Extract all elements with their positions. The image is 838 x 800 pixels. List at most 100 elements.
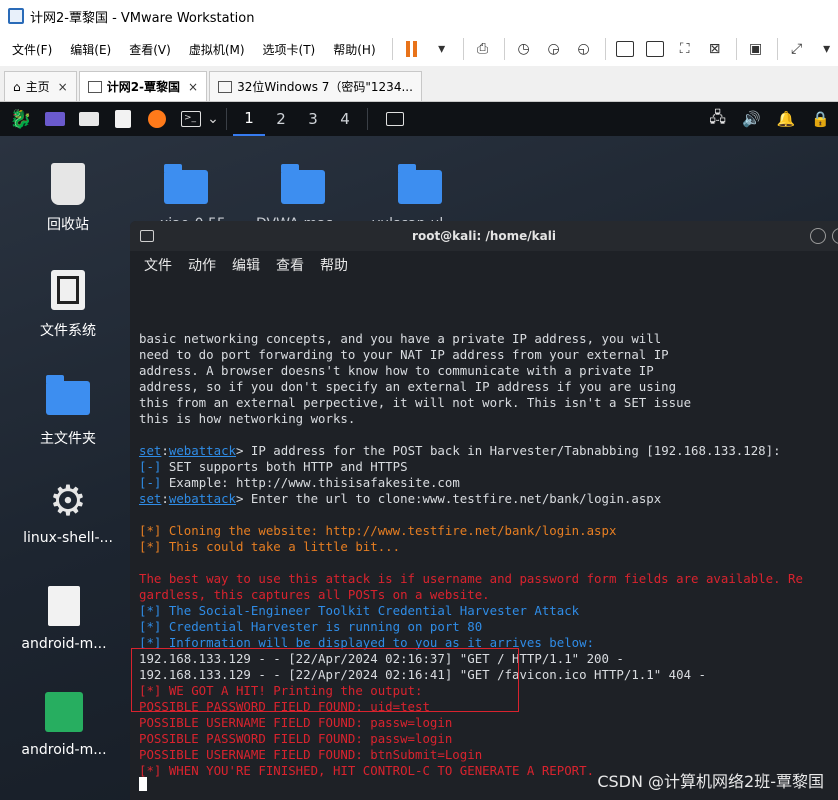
terminal-text-segment: [*] This could take a little bit... [139, 539, 401, 554]
kali-menu-icon[interactable]: 🐉 [8, 108, 34, 130]
menu-view[interactable]: 查看(V) [123, 41, 177, 58]
chevron-down-icon[interactable]: ⌄ [206, 108, 220, 130]
desktop-icon-filesystem[interactable]: 文件系统 [8, 266, 128, 340]
tab-home[interactable]: ⌂ 主页 × [4, 71, 77, 101]
pause-icon[interactable] [401, 38, 423, 60]
vm-icon [218, 80, 233, 93]
close-icon[interactable]: × [188, 80, 198, 94]
desktop-icon-linux-shell[interactable]: ⚙ linux-shell-... [8, 476, 128, 547]
firefox-icon[interactable] [144, 108, 170, 130]
chevron-down-icon[interactable]: ▾ [816, 38, 838, 60]
desktop-icon-label: android-m... [21, 742, 107, 758]
terminal-text-segment: SET supports both HTTP and HTTPS [161, 459, 408, 474]
terminal-text-segment: [*] Cloning the website: http://www.test… [139, 523, 617, 538]
terminal-line: address, so if you don't specify an exte… [139, 379, 838, 395]
watermark: CSDN @计算机网络2班-覃黎国 [597, 772, 824, 791]
terminal-menu-view[interactable]: 查看 [276, 255, 304, 275]
terminal-menu-action[interactable]: 动作 [188, 255, 216, 275]
chevron-down-icon[interactable]: ▾ [431, 38, 453, 60]
thumbnail-icon[interactable] [644, 38, 666, 60]
show-desktop-icon[interactable] [42, 108, 68, 130]
terminal-text-segment: [-] [139, 459, 162, 474]
terminal-launcher-icon[interactable]: >_ [178, 108, 204, 130]
workspace-2[interactable]: 2 [265, 102, 297, 136]
terminal-line: [*] Credential Harvester is running on p… [139, 619, 838, 635]
send-ctrl-alt-del-icon[interactable]: ⎙ [472, 38, 494, 60]
menu-tabs[interactable]: 选项卡(T) [257, 41, 322, 58]
toolbar-separator [776, 38, 778, 60]
terminal-menu-help[interactable]: 帮助 [320, 255, 348, 275]
terminal-text-segment: POSSIBLE USERNAME FIELD FOUND: passw=log… [139, 715, 453, 730]
terminal-window[interactable]: root@kali: /home/kali 文件 动作 编辑 查看 帮助 bas… [130, 221, 838, 800]
desktop-icon-label: android-m... [21, 636, 107, 652]
desktop-icon-android-pkg[interactable]: android-m... [4, 688, 124, 758]
desktop-icon-trash[interactable]: 回收站 [8, 160, 128, 234]
terminal-title-bar[interactable]: root@kali: /home/kali [130, 221, 838, 251]
snapshot-icon[interactable]: ◷ [513, 38, 535, 60]
snapshot-manager-icon[interactable]: ◵ [573, 38, 595, 60]
fullscreen-icon[interactable]: ⛶ [674, 38, 696, 60]
lock-icon[interactable]: 🔒 [811, 110, 830, 128]
terminal-cursor [139, 773, 147, 792]
workspace-4[interactable]: 4 [329, 102, 361, 136]
terminal-window-icon[interactable] [382, 108, 408, 130]
tab-vm-active[interactable]: 计网2-覃黎国 × [78, 71, 208, 101]
terminal-icon [140, 230, 154, 242]
workspace-1[interactable]: 1 [233, 102, 265, 136]
toolbar-separator [735, 38, 737, 60]
text-editor-icon[interactable] [110, 108, 136, 130]
terminal-line: [-] Example: http://www.thisisafakesite.… [139, 475, 838, 491]
revert-snapshot-icon[interactable]: ◶ [543, 38, 565, 60]
terminal-line: [*] The Social-Engineer Toolkit Credenti… [139, 603, 838, 619]
terminal-line: set:webattack> IP address for the POST b… [139, 443, 838, 459]
vmware-title-bar: 计网2-覃黎国 - VMware Workstation [0, 0, 838, 32]
console-view-icon[interactable]: ▣ [745, 38, 767, 60]
terminal-text-segment: > IP address for the POST back in Harves… [236, 443, 781, 458]
notification-bell-icon[interactable]: 🔔 [777, 110, 796, 128]
terminal-text-segment: webattack [168, 491, 236, 506]
terminal-line: gardless, this captures all POSTs on a w… [139, 587, 838, 603]
toolbar-separator [462, 38, 464, 60]
terminal-output[interactable]: basic networking concepts, and you have … [130, 279, 838, 800]
terminal-text-segment: gardless, this captures all POSTs on a w… [139, 587, 490, 602]
toolbar-separator [503, 38, 505, 60]
stretch-icon[interactable]: ⤢ [786, 38, 808, 60]
terminal-menu-edit[interactable]: 编辑 [232, 255, 260, 275]
close-icon[interactable]: × [58, 80, 68, 94]
tab-win7[interactable]: 32位Windows 7（密码"1234... [209, 71, 422, 101]
file-manager-icon[interactable] [76, 108, 102, 130]
terminal-line: set:webattack> Enter the url to clone:ww… [139, 491, 838, 507]
terminal-text-segment: POSSIBLE PASSWORD FIELD FOUND: passw=log… [139, 731, 453, 746]
terminal-text-segment: : [161, 443, 169, 458]
desktop-folder-2[interactable] [281, 164, 325, 204]
volume-icon[interactable]: 🔊 [742, 110, 761, 128]
desktop-folder-3[interactable] [398, 164, 442, 204]
maximize-button[interactable] [832, 228, 838, 244]
minimize-button[interactable] [810, 228, 826, 244]
desktop-icon-label: 回收站 [47, 217, 89, 233]
folder-icon [398, 164, 442, 204]
terminal-title: root@kali: /home/kali [412, 229, 556, 243]
menu-edit[interactable]: 编辑(E) [64, 41, 117, 58]
menu-help[interactable]: 帮助(H) [327, 41, 381, 58]
workspace-3[interactable]: 3 [297, 102, 329, 136]
desktop-icon-home[interactable]: 主文件夹 [8, 374, 128, 448]
desktop-folder-1[interactable] [164, 164, 208, 204]
terminal-text-segment: set [139, 443, 162, 458]
library-icon[interactable] [614, 38, 636, 60]
terminal-text-segment: [*] Credential Harvester is running on p… [139, 619, 483, 634]
menu-file[interactable]: 文件(F) [6, 41, 58, 58]
desktop-icon-android-doc[interactable]: android-m... [4, 582, 124, 652]
terminal-line: POSSIBLE USERNAME FIELD FOUND: btnSubmit… [139, 747, 838, 763]
vmware-logo-icon [8, 8, 24, 24]
unity-icon[interactable]: ⊠ [704, 38, 726, 60]
menu-vm[interactable]: 虚拟机(M) [183, 41, 251, 58]
toolbar-separator [604, 38, 606, 60]
window-title: 计网2-覃黎国 - VMware Workstation [30, 10, 255, 26]
android-package-icon [40, 688, 88, 736]
terminal-menu-file[interactable]: 文件 [144, 255, 172, 275]
toolbar-separator [391, 38, 393, 60]
network-icon[interactable]: 🖧 [709, 107, 726, 132]
terminal-line: POSSIBLE USERNAME FIELD FOUND: passw=log… [139, 715, 838, 731]
